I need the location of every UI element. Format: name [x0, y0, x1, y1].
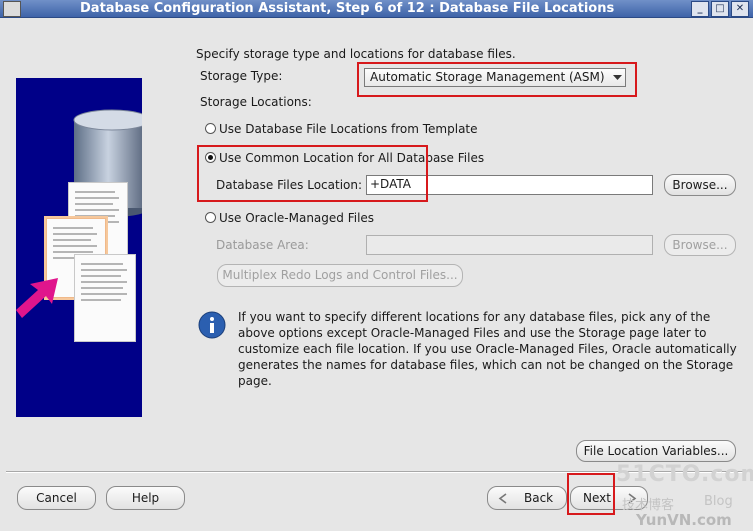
multiplex-button[interactable]: Multiplex Redo Logs and Control Files...	[217, 264, 463, 287]
storage-locations-label: Storage Locations:	[200, 95, 312, 109]
radio-template-label[interactable]: Use Database File Locations from Templat…	[219, 122, 478, 137]
browse-area-button[interactable]: Browse...	[664, 234, 736, 256]
database-area-label: Database Area:	[216, 238, 309, 252]
title-bar[interactable]: Database Configuration Assistant, Step 6…	[0, 0, 753, 18]
help-button[interactable]: Help	[106, 486, 185, 510]
minimize-button[interactable]: _	[691, 1, 709, 17]
close-button[interactable]: ✕	[731, 1, 749, 17]
database-area-input[interactable]	[366, 235, 653, 255]
info-text: If you want to specify different locatio…	[238, 310, 737, 388]
arrow-icon	[16, 278, 58, 318]
highlight-common-location	[197, 145, 428, 202]
radio-oracle-managed-label[interactable]: Use Oracle-Managed Files	[219, 211, 374, 226]
highlight-storage-type	[357, 62, 637, 97]
window-title: Database Configuration Assistant, Step 6…	[80, 1, 615, 16]
browse-button[interactable]: Browse...	[664, 174, 736, 196]
highlight-next	[567, 473, 615, 515]
back-label: Back	[524, 491, 554, 505]
intro-text: Specify storage type and locations for d…	[196, 47, 516, 61]
info-icon	[198, 311, 226, 339]
wizard-graphic	[16, 78, 142, 417]
watermark-yunvn: YunVN.com	[636, 511, 732, 529]
file-location-variables-button[interactable]: File Location Variables...	[576, 440, 736, 462]
radio-oracle-managed[interactable]	[205, 212, 216, 223]
watermark-blog: Blog	[704, 494, 733, 509]
maximize-button[interactable]: □	[711, 1, 729, 17]
radio-template-locations[interactable]	[205, 123, 216, 134]
window-menu-icon[interactable]	[3, 1, 21, 17]
chevron-left-icon	[498, 493, 507, 504]
storage-type-label: Storage Type:	[200, 69, 283, 83]
cancel-button[interactable]: Cancel	[17, 486, 96, 510]
back-button[interactable]: Back	[487, 486, 567, 510]
watermark-site: 51CTO.com	[616, 462, 753, 487]
